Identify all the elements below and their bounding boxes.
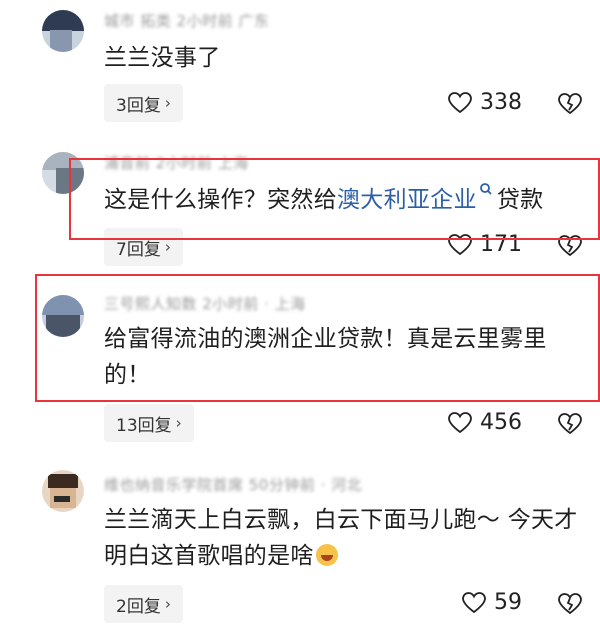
reply-count-button[interactable]: 3回复 › (104, 84, 183, 122)
avatar[interactable] (42, 10, 84, 52)
chevron-right-icon: › (164, 238, 171, 256)
comment-meta: 维也纳音乐学院首席 50分钟前 · 河北 (104, 476, 363, 494)
reply-count-button[interactable]: 13回复 › (104, 404, 194, 442)
chevron-right-icon: › (164, 595, 171, 613)
reply-count-button[interactable]: 2回复 › (104, 585, 183, 623)
highlight-box (69, 158, 600, 240)
heart-icon (462, 591, 486, 613)
laughing-crying-emoji (315, 544, 338, 566)
heart-icon (448, 91, 472, 113)
avatar[interactable] (42, 470, 84, 512)
like-button[interactable]: 59 (462, 590, 522, 615)
chevron-right-icon: › (164, 94, 171, 112)
chevron-right-icon: › (175, 414, 182, 432)
heart-icon (448, 411, 472, 433)
like-button[interactable]: 456 (448, 410, 522, 435)
broken-heart-icon[interactable] (558, 592, 582, 616)
broken-heart-icon[interactable] (558, 412, 582, 436)
like-button[interactable]: 338 (448, 90, 522, 115)
highlight-box (35, 274, 600, 402)
comment-text: 兰兰没事了 (104, 45, 221, 71)
comment-meta: 城市 拓类 2小时前 广东 (104, 12, 270, 30)
broken-heart-icon[interactable] (558, 92, 582, 116)
comment-text: 兰兰滴天上白云飘，白云下面马儿跑～ 今天才明白这首歌唱的是啥 (104, 507, 578, 569)
